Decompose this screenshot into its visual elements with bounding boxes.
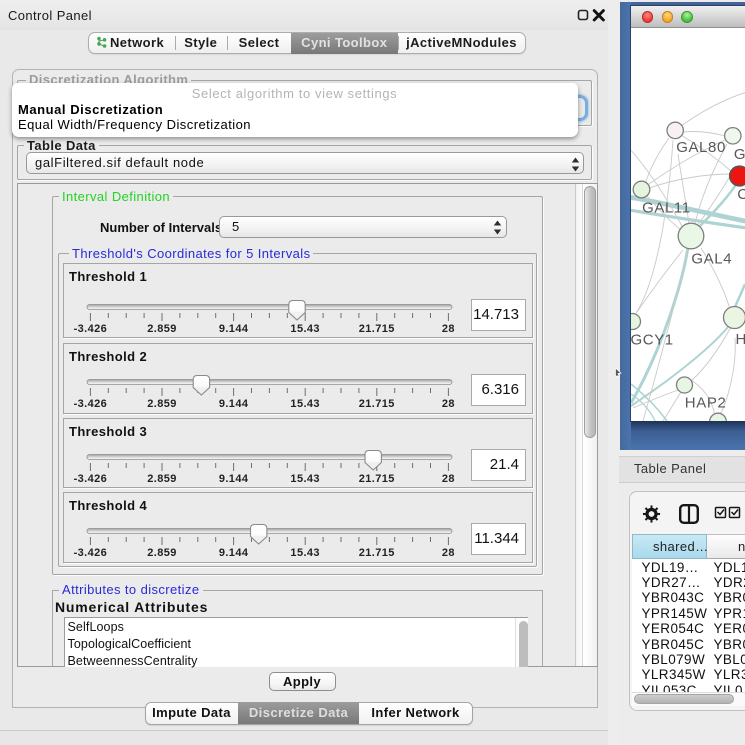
- svg-text:GA: GA: [734, 146, 745, 163]
- svg-text:GAL11: GAL11: [642, 200, 691, 217]
- svg-text:H: H: [736, 331, 745, 348]
- svg-text:GAL80: GAL80: [676, 139, 726, 156]
- svg-text:HAP2: HAP2: [685, 395, 727, 412]
- svg-text:GCY1: GCY1: [631, 332, 674, 349]
- svg-text:CR: CR: [737, 186, 745, 203]
- svg-text:GAL4: GAL4: [691, 251, 732, 268]
